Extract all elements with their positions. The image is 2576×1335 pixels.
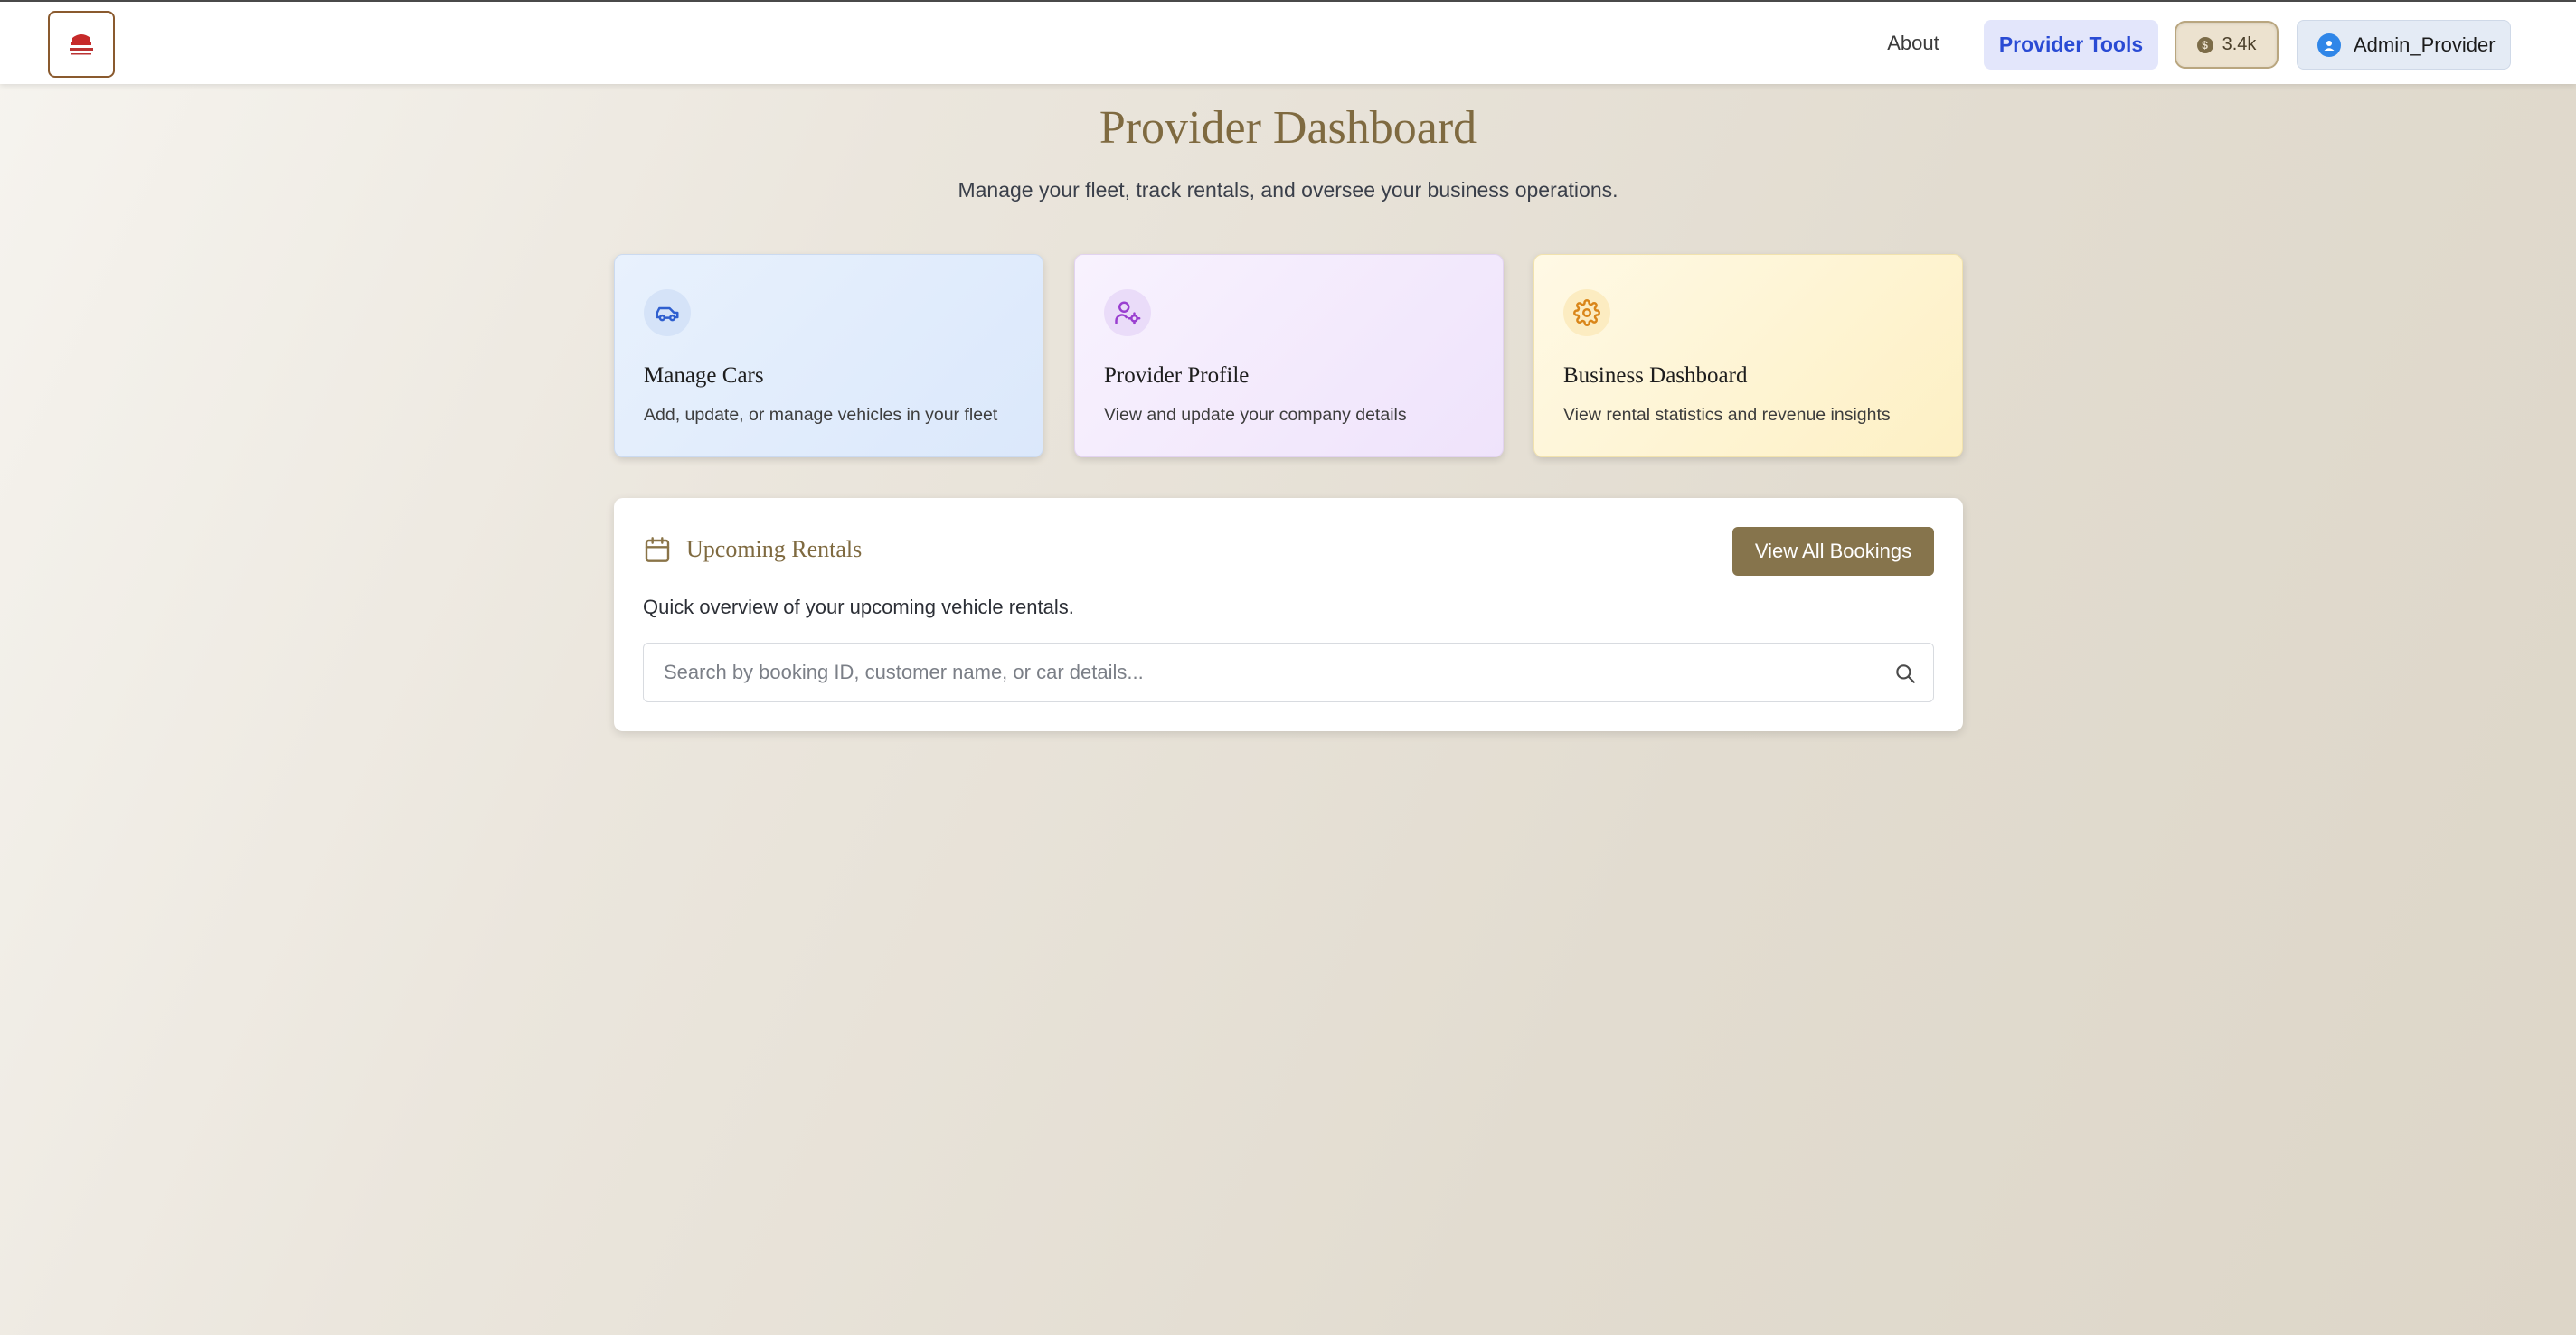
logo-icon	[70, 34, 93, 55]
top-navbar: About Provider Tools $ 3.4k Admin_Provid…	[0, 0, 2576, 84]
page-subtitle: Manage your fleet, track rentals, and ov…	[958, 178, 1618, 202]
card-description: Add, update, or manage vehicles in your …	[644, 405, 998, 425]
upcoming-rentals-title: Upcoming Rentals	[686, 536, 863, 562]
card-title: Manage Cars	[644, 363, 764, 388]
username-label: Admin_Provider	[2354, 33, 2496, 56]
manage-cars-card[interactable]: Manage Cars Add, update, or manage vehic…	[614, 254, 1043, 457]
booking-search-box	[643, 643, 1934, 702]
upcoming-rentals-panel: Upcoming Rentals View All Bookings Quick…	[614, 498, 1963, 731]
credits-badge[interactable]: $ 3.4k	[2175, 21, 2279, 69]
brand-logo[interactable]	[48, 11, 115, 78]
upcoming-rentals-description: Quick overview of your upcoming vehicle …	[643, 596, 1074, 618]
card-title: Business Dashboard	[1563, 363, 1748, 388]
coin-icon: $	[2196, 36, 2213, 53]
user-cog-icon	[1104, 289, 1151, 336]
car-icon	[644, 289, 691, 336]
page-title: Provider Dashboard	[1099, 102, 1477, 154]
booking-search-input[interactable]	[644, 644, 1873, 701]
credits-value: 3.4k	[2222, 34, 2257, 54]
user-menu-button[interactable]: Admin_Provider	[2297, 20, 2511, 70]
calendar-icon	[643, 535, 672, 569]
nav-provider-tools-button[interactable]: Provider Tools	[1984, 20, 2158, 70]
user-avatar-icon	[2317, 33, 2341, 57]
provider-profile-card[interactable]: Provider Profile View and update your co…	[1074, 254, 1504, 457]
gear-icon	[1563, 289, 1610, 336]
card-title: Provider Profile	[1104, 363, 1250, 388]
nav-about-link[interactable]: About	[1872, 22, 1955, 65]
card-description: View and update your company details	[1104, 405, 1407, 425]
business-dashboard-card[interactable]: Business Dashboard View rental statistic…	[1533, 254, 1963, 457]
search-icon[interactable]	[1893, 662, 1917, 690]
view-all-bookings-button[interactable]: View All Bookings	[1732, 527, 1934, 576]
card-description: View rental statistics and revenue insig…	[1563, 405, 1891, 425]
